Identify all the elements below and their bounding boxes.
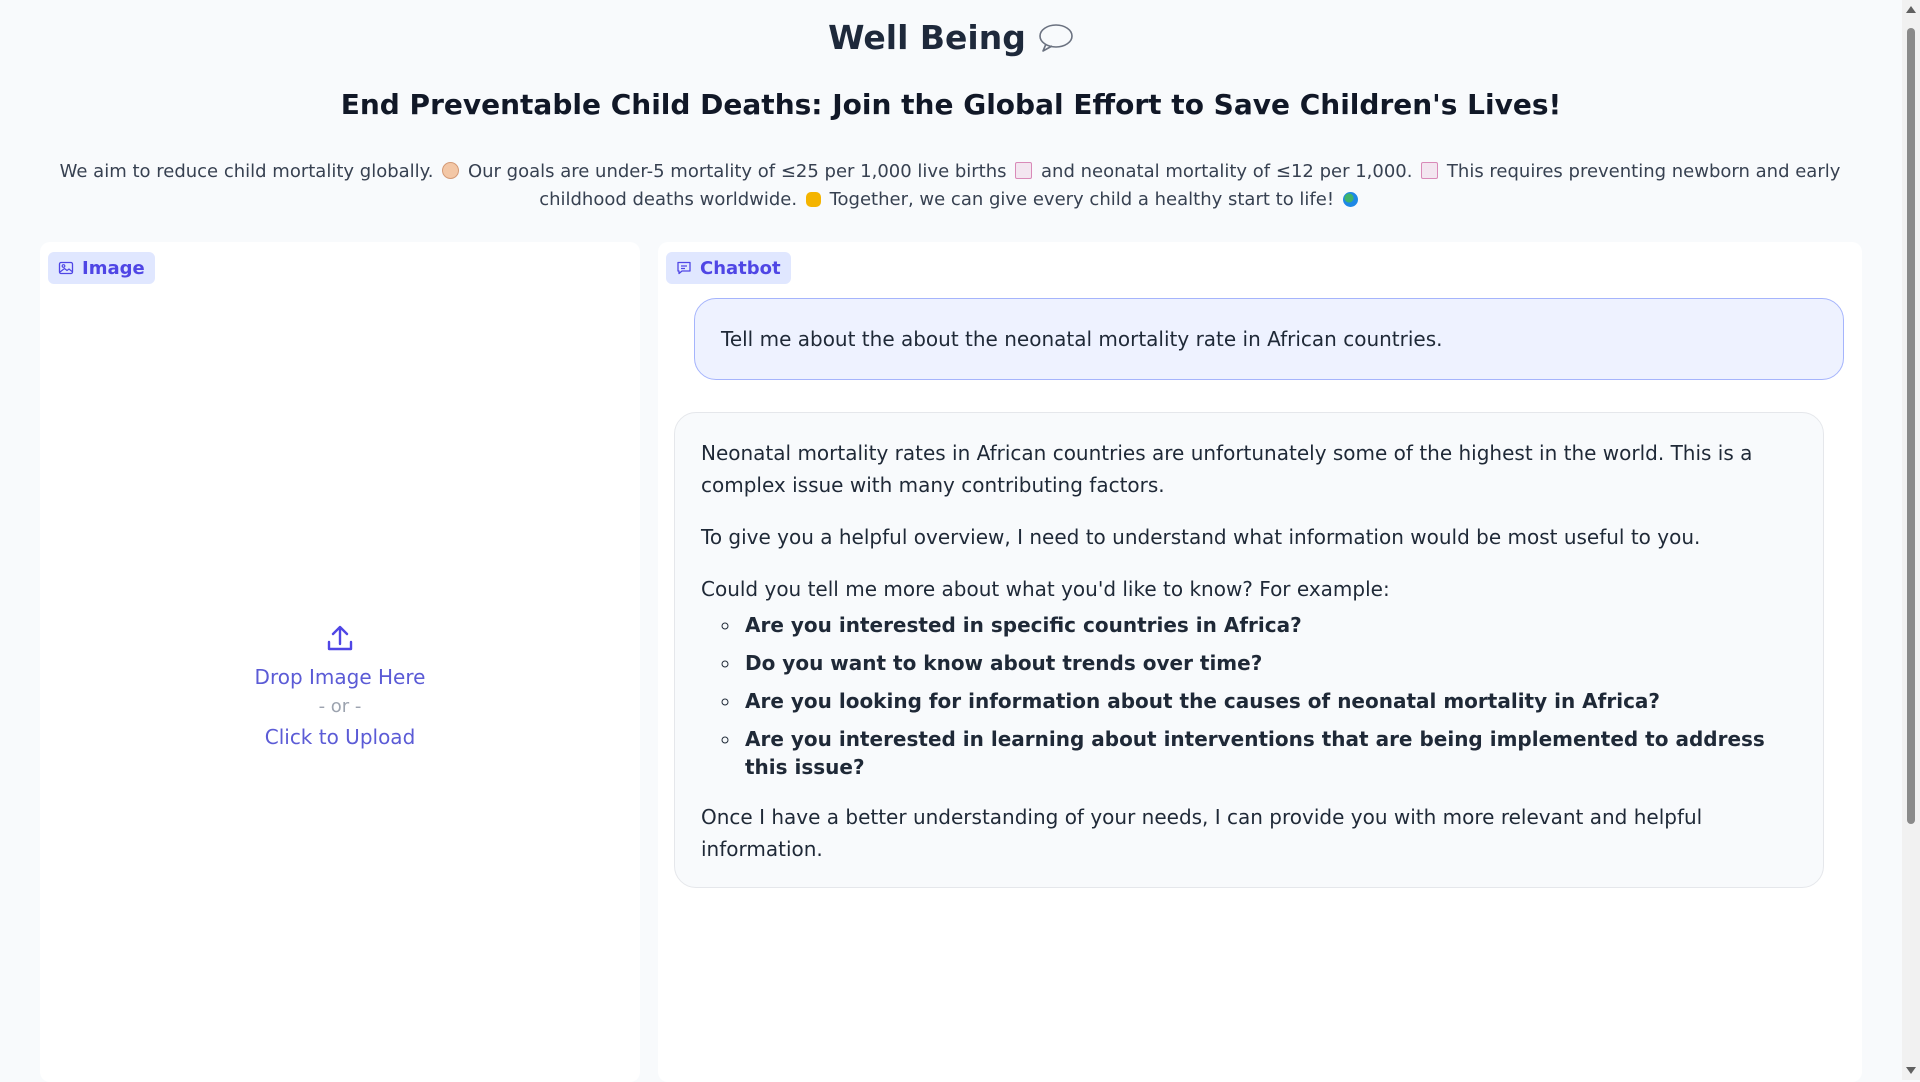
drop-image-text: Drop Image Here	[254, 665, 426, 689]
scrollbar-thumb[interactable]	[1907, 28, 1915, 824]
image-upload-dropzone[interactable]: Drop Image Here - or - Click to Upload	[40, 622, 640, 752]
page-scrollbar[interactable]	[1902, 0, 1920, 1080]
description-part-1: We aim to reduce child mortality globall…	[59, 161, 434, 182]
description-part-2: Our goals are under-5 mortality of ≤25 p…	[467, 161, 1007, 182]
app-title: Well Being	[0, 18, 1902, 57]
image-panel: Image Drop Image Here - or - Click to Up…	[40, 242, 640, 1082]
description-part-5: Together, we can give every child a heal…	[829, 189, 1335, 210]
image-label: Image	[48, 252, 155, 284]
page-description: We aim to reduce child mortality globall…	[50, 158, 1850, 214]
chart-decreasing-icon	[1421, 162, 1439, 179]
click-to-upload-text[interactable]: Click to Upload	[40, 722, 640, 752]
bot-paragraph: To give you a helpful overview, I need t…	[701, 525, 1701, 549]
speech-bubble-icon	[1039, 23, 1073, 52]
baby-icon	[442, 162, 460, 179]
bot-message: Neonatal mortality rates in African coun…	[674, 412, 1824, 888]
or-separator: - or -	[318, 696, 362, 717]
scroll-up-arrow-icon[interactable]	[1906, 6, 1916, 13]
user-message: Tell me about the about the neonatal mor…	[694, 298, 1844, 380]
bot-paragraph: Neonatal mortality rates in African coun…	[701, 441, 1753, 497]
image-label-text: Image	[82, 257, 145, 279]
bot-question-list: Are you interested in specific countries…	[701, 611, 1797, 781]
bot-paragraph: Once I have a better understanding of yo…	[701, 805, 1703, 861]
page-subtitle: End Preventable Child Deaths: Join the G…	[340, 88, 1562, 121]
list-item: Are you interested in learning about int…	[741, 725, 1797, 781]
user-message-text: Tell me about the about the neonatal mor…	[721, 327, 1443, 351]
bot-paragraph: Could you tell me more about what you'd …	[701, 577, 1390, 601]
raised-fist-icon	[805, 192, 821, 207]
app-title-text: Well Being	[828, 18, 1026, 57]
page: Well Being End Preventable Child Deaths:…	[0, 0, 1902, 1082]
upload-icon	[327, 625, 353, 651]
chart-decreasing-icon	[1015, 162, 1033, 179]
description-part-3: and neonatal mortality of ≤12 per 1,000.	[1041, 161, 1413, 182]
list-item: Are you interested in specific countries…	[741, 611, 1797, 639]
image-icon	[58, 261, 74, 275]
scroll-down-arrow-icon[interactable]	[1906, 1067, 1916, 1074]
list-item: Do you want to know about trends over ti…	[741, 649, 1797, 677]
chatbot-label: Chatbot	[666, 252, 791, 284]
chatbot-panel: Chatbot Tell me about the about the neon…	[658, 242, 1862, 1082]
chatbot-label-text: Chatbot	[700, 257, 781, 279]
chat-icon	[677, 261, 691, 275]
globe-icon	[1342, 192, 1358, 207]
list-item: Are you looking for information about th…	[741, 687, 1797, 715]
